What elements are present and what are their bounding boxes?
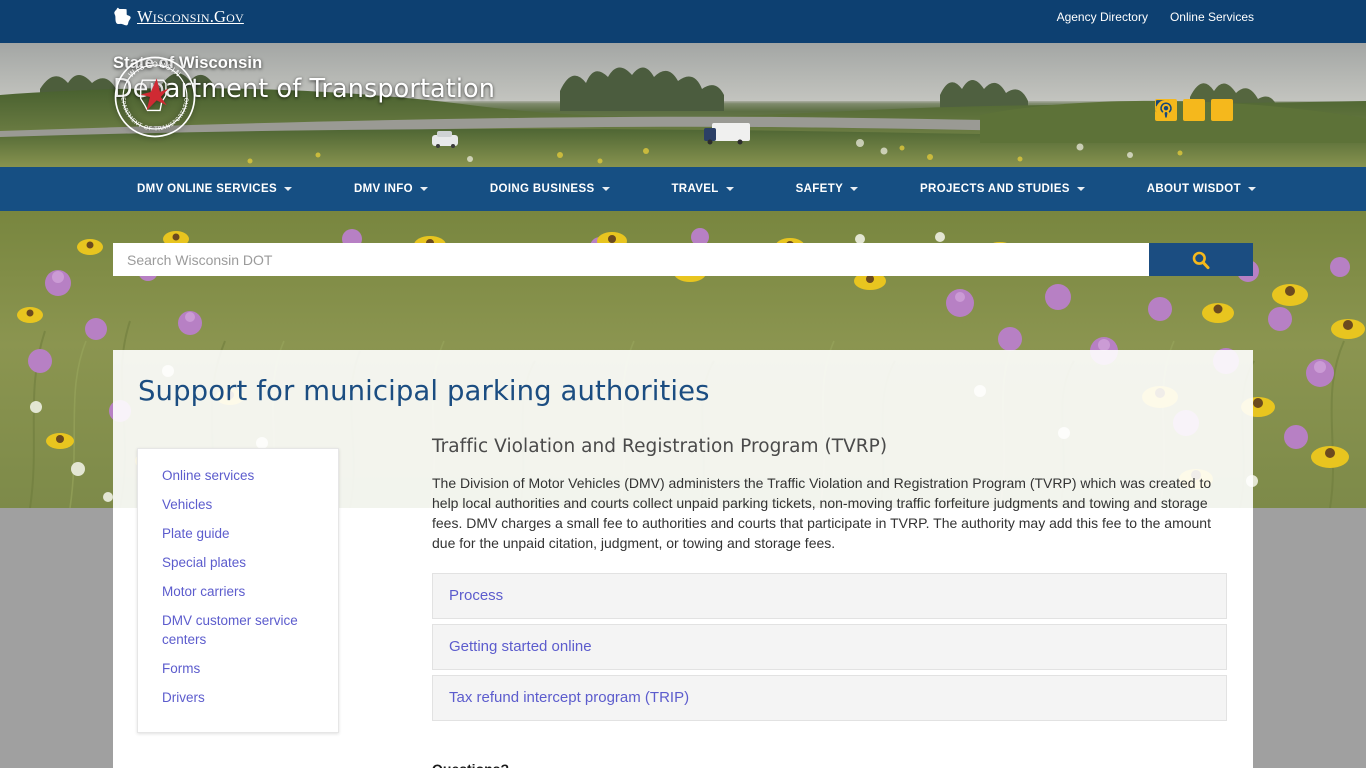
intro-paragraph: The Division of Motor Vehicles (DMV) adm…: [432, 475, 1212, 551]
nav-label: DOING BUSINESS: [489, 183, 595, 195]
sidebar-item-dmv-customer-service-centers[interactable]: DMV customer service centers: [138, 606, 338, 654]
search-input[interactable]: [113, 243, 1149, 276]
wisconsin-state-outline-icon: [114, 7, 131, 26]
nav-item-dmv-info[interactable]: DMV INFO: [354, 183, 428, 195]
nav-item-doing-business[interactable]: DOING BUSINESS: [490, 183, 610, 195]
agency-directory-link[interactable]: Agency Directory: [1057, 10, 1148, 24]
page-title: Support for municipal parking authoritie…: [138, 375, 710, 407]
sidebar-item-motor-carriers[interactable]: Motor carriers: [138, 577, 338, 606]
accordion-label: Tax refund intercept program (TRIP): [449, 689, 690, 706]
accordion-label: Getting started online: [449, 638, 592, 655]
chevron-down-icon: [850, 187, 859, 191]
sidebar-item-vehicles[interactable]: Vehicles: [138, 490, 338, 519]
sidebar-nav: Online services Vehicles Plate guide Spe…: [137, 448, 339, 733]
nav-item-safety[interactable]: SAFETY: [795, 183, 859, 195]
twitter-icon[interactable]: [1155, 99, 1205, 121]
nav-item-dmv-online-services[interactable]: DMV ONLINE SERVICES: [137, 183, 292, 195]
sidebar-item-drivers[interactable]: Drivers: [138, 683, 338, 712]
chevron-down-icon: [1247, 187, 1256, 191]
chevron-down-icon: [601, 187, 610, 191]
sidebar-item-forms[interactable]: Forms: [138, 654, 338, 683]
nav-item-about-wisdot[interactable]: ABOUT WISDOT: [1147, 183, 1256, 195]
nav-item-projects-and-studies[interactable]: PROJECTS AND STUDIES: [920, 183, 1085, 195]
chevron-down-icon: [284, 187, 292, 191]
hero-banner-photo: WISCONSIN DEPARTMENT OF TRANSPORTATION S…: [0, 43, 1366, 167]
left-gutter: [0, 508, 113, 768]
search-button[interactable]: [1149, 243, 1253, 276]
sidebar-item-special-plates[interactable]: Special plates: [138, 548, 338, 577]
magnifying-glass-icon: [1192, 251, 1210, 269]
main-content: Traffic Violation and Registration Progr…: [432, 436, 1227, 768]
wisconsin-gov-links: Agency Directory Online Services: [1057, 10, 1254, 24]
wisconsin-gov-logo-text: Wisconsin.Gov: [137, 7, 244, 26]
social-links: Tube: [1155, 99, 1261, 121]
page-root: Wisconsin.Gov Agency Directory Online Se…: [0, 0, 1366, 768]
questions-heading: Questions?: [432, 761, 1227, 768]
section-heading: Traffic Violation and Registration Progr…: [432, 436, 888, 457]
wisconsin-gov-logo[interactable]: Wisconsin.Gov: [113, 7, 244, 27]
chevron-down-icon: [725, 187, 734, 191]
right-gutter: [1253, 508, 1366, 768]
accordion-label: Process: [449, 587, 504, 604]
wisdot-department-seal-icon: WISCONSIN DEPARTMENT OF TRANSPORTATION: [113, 55, 196, 138]
online-services-link[interactable]: Online Services: [1170, 10, 1254, 24]
nav-label: SAFETY: [795, 183, 844, 195]
sidebar-item-online-services[interactable]: Online services: [138, 461, 338, 490]
nav-label: ABOUT WISDOT: [1146, 183, 1241, 195]
agency-branding: WISCONSIN DEPARTMENT OF TRANSPORTATION S…: [113, 55, 495, 138]
sidebar-item-plate-guide[interactable]: Plate guide: [138, 519, 338, 548]
main-navigation: DMV ONLINE SERVICES DMV INFO DOING BUSIN…: [0, 167, 1366, 211]
nav-label: TRAVEL: [671, 183, 719, 195]
youtube-icon[interactable]: Tube: [1155, 99, 1233, 121]
wisconsin-gov-bar: Wisconsin.Gov Agency Directory Online Se…: [0, 0, 1366, 43]
accordion-item-getting-started-online[interactable]: Getting started online: [432, 624, 1227, 670]
nav-label: PROJECTS AND STUDIES: [920, 183, 1070, 195]
chevron-down-icon: [419, 187, 428, 191]
nav-label: DMV ONLINE SERVICES: [137, 183, 277, 195]
site-search: [113, 243, 1253, 276]
podcast-icon[interactable]: [1155, 99, 1261, 121]
accordion-item-tax-refund-intercept-program[interactable]: Tax refund intercept program (TRIP): [432, 675, 1227, 721]
accordion-item-process[interactable]: Process: [432, 573, 1227, 619]
chevron-down-icon: [1076, 187, 1085, 191]
nav-item-travel[interactable]: TRAVEL: [671, 183, 734, 195]
nav-label: DMV INFO: [353, 183, 413, 195]
